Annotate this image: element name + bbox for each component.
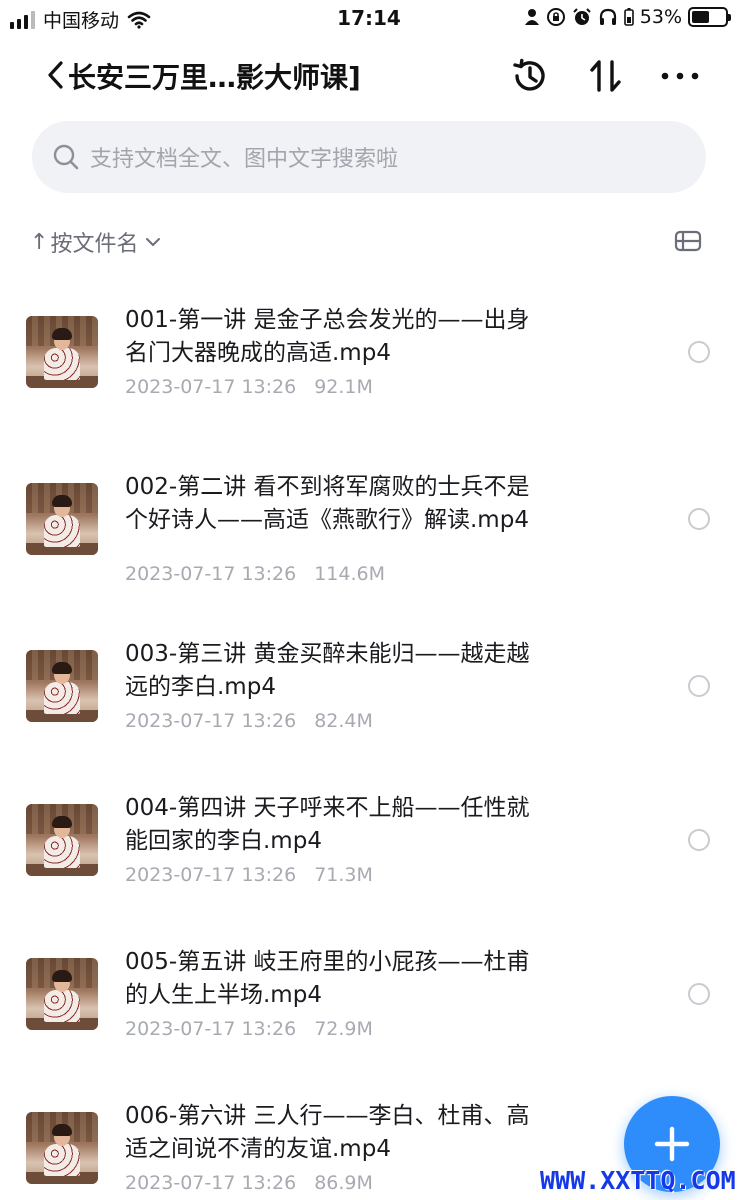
battery-small-icon [623, 8, 634, 26]
file-meta: 2023-07-17 13:26 71.3M [125, 864, 373, 886]
select-radio[interactable] [688, 341, 710, 363]
file-date: 2023-07-17 13:26 [125, 563, 297, 585]
file-meta: 2023-07-17 13:26 72.9M [125, 1018, 373, 1040]
wifi-icon [127, 11, 151, 29]
file-date: 2023-07-17 13:26 [125, 1172, 297, 1194]
file-item[interactable]: 001-第一讲 是金子总会发光的——出身 名门大器晚成的高适.mp4 2023-… [0, 270, 738, 420]
headphones-icon [599, 8, 616, 25]
sort-toggle-icon [590, 60, 621, 92]
file-meta: 2023-07-17 13:26 92.1M [125, 376, 373, 398]
file-size: 114.6M [314, 563, 386, 585]
rotation-lock-icon [546, 8, 565, 26]
view-toggle-icon[interactable] [674, 229, 702, 253]
more-icon [661, 72, 699, 80]
search-input[interactable]: 支持文档全文、图中文字搜索啦 [32, 121, 706, 193]
video-thumbnail [26, 804, 98, 876]
file-name: 001-第一讲 是金子总会发光的——出身 名门大器晚成的高适.mp4 [125, 307, 530, 366]
battery-percent: 53% [639, 6, 682, 28]
select-radio[interactable] [688, 983, 710, 1005]
status-right: 53% [524, 6, 731, 28]
video-thumbnail [26, 483, 98, 555]
file-meta: 2023-07-17 13:26 114.6M [125, 563, 385, 585]
file-meta: 2023-07-17 13:26 86.9M [125, 1172, 373, 1194]
video-thumbnail [26, 316, 98, 388]
sort-row: ↑ 按文件名 [30, 225, 708, 259]
nav-bar: 长安三万里…影大师课] [0, 44, 738, 106]
chevron-down-icon [146, 238, 161, 246]
sort-direction-arrow: ↑ [30, 229, 49, 255]
search-placeholder: 支持文档全文、图中文字搜索啦 [90, 147, 399, 172]
file-date: 2023-07-17 13:26 [125, 1018, 297, 1040]
file-size: 82.4M [314, 710, 373, 732]
video-thumbnail [26, 1112, 98, 1184]
watermark: WWW.XXTTQ.COM [540, 1166, 736, 1195]
file-item[interactable]: 005-第五讲 岐王府里的小屁孩——杜甫 的人生上半场.mp4 2023-07-… [0, 912, 738, 1062]
history-icon [513, 58, 545, 91]
alarm-icon [573, 8, 591, 25]
chevron-left-icon [48, 61, 63, 89]
select-radio[interactable] [688, 829, 710, 851]
video-thumbnail [26, 650, 98, 722]
signal-icon [10, 10, 35, 29]
file-size: 71.3M [314, 864, 373, 886]
file-size: 92.1M [314, 376, 373, 398]
sort-toggle-button[interactable] [584, 54, 628, 98]
status-bar: 中国移动 17:14 53% [0, 0, 738, 36]
history-button[interactable] [508, 54, 552, 98]
file-date: 2023-07-17 13:26 [125, 864, 297, 886]
person-icon [524, 9, 539, 25]
file-name: 002-第二讲 看不到将军腐败的士兵不是 个好诗人——高适《燕歌行》解读.mp4 [125, 474, 530, 533]
file-item[interactable]: 004-第四讲 天子呼来不上船——任性就 能回家的李白.mp4 2023-07-… [0, 758, 738, 908]
page-title: 长安三万里…影大师课] [68, 61, 361, 94]
select-radio[interactable] [688, 675, 710, 697]
file-item[interactable]: 002-第二讲 看不到将军腐败的士兵不是 个好诗人——高适《燕歌行》解读.mp4… [0, 437, 738, 587]
file-size: 86.9M [314, 1172, 373, 1194]
status-left: 中国移动 [10, 6, 151, 33]
file-size: 72.9M [314, 1018, 373, 1040]
video-thumbnail [26, 958, 98, 1030]
plus-icon [654, 1126, 690, 1162]
file-name: 004-第四讲 天子呼来不上船——任性就 能回家的李白.mp4 [125, 795, 530, 854]
file-item[interactable]: 003-第三讲 黄金买醉未能归——越走越 远的李白.mp4 2023-07-17… [0, 604, 738, 754]
search-icon [53, 144, 79, 170]
file-meta: 2023-07-17 13:26 82.4M [125, 710, 373, 732]
carrier-label: 中国移动 [43, 10, 120, 32]
more-button[interactable] [658, 54, 702, 98]
file-name: 005-第五讲 岐王府里的小屁孩——杜甫 的人生上半场.mp4 [125, 949, 530, 1008]
battery-fill [692, 11, 709, 23]
file-name: 006-第六讲 三人行——李白、杜甫、高 适之间说不清的友谊.mp4 [125, 1103, 530, 1162]
sort-dropdown[interactable]: ↑ 按文件名 [30, 226, 162, 258]
file-name: 003-第三讲 黄金买醉未能归——越走越 远的李白.mp4 [125, 641, 530, 700]
battery-icon [688, 7, 731, 27]
back-button[interactable] [44, 58, 68, 92]
file-date: 2023-07-17 13:26 [125, 376, 297, 398]
sort-label: 按文件名 [50, 232, 139, 257]
file-date: 2023-07-17 13:26 [125, 710, 297, 732]
select-radio[interactable] [688, 508, 710, 530]
